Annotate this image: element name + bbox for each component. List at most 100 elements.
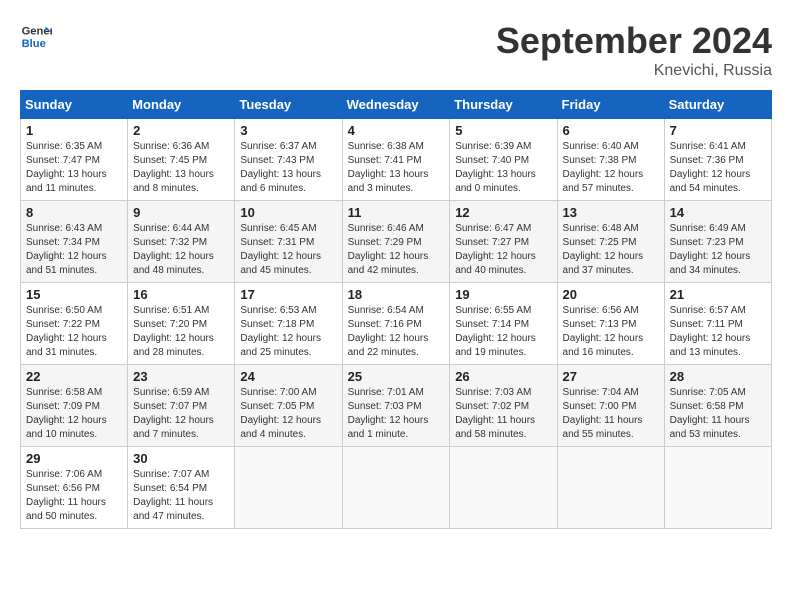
calendar-day-4: 4 Sunrise: 6:38 AM Sunset: 7:41 PM Dayli… bbox=[342, 119, 450, 201]
day-number: 25 bbox=[348, 369, 445, 384]
calendar-week-3: 15 Sunrise: 6:50 AM Sunset: 7:22 PM Dayl… bbox=[21, 283, 772, 365]
calendar-day-14: 14 Sunrise: 6:49 AM Sunset: 7:23 PM Dayl… bbox=[664, 201, 771, 283]
header-cell-sunday: Sunday bbox=[21, 91, 128, 119]
day-info: Sunrise: 6:55 AM Sunset: 7:14 PM Dayligh… bbox=[455, 304, 551, 360]
day-number: 3 bbox=[240, 123, 336, 138]
day-number: 4 bbox=[348, 123, 445, 138]
day-number: 26 bbox=[455, 369, 551, 384]
calendar-day-15: 15 Sunrise: 6:50 AM Sunset: 7:22 PM Dayl… bbox=[21, 283, 128, 365]
day-number: 16 bbox=[133, 287, 229, 302]
calendar-day-11: 11 Sunrise: 6:46 AM Sunset: 7:29 PM Dayl… bbox=[342, 201, 450, 283]
calendar-day-28: 28 Sunrise: 7:05 AM Sunset: 6:58 PM Dayl… bbox=[664, 365, 771, 447]
day-number: 15 bbox=[26, 287, 122, 302]
header-cell-tuesday: Tuesday bbox=[235, 91, 342, 119]
day-number: 17 bbox=[240, 287, 336, 302]
day-number: 2 bbox=[133, 123, 229, 138]
calendar-day-25: 25 Sunrise: 7:01 AM Sunset: 7:03 PM Dayl… bbox=[342, 365, 450, 447]
day-number: 5 bbox=[455, 123, 551, 138]
day-info: Sunrise: 6:58 AM Sunset: 7:09 PM Dayligh… bbox=[26, 386, 122, 442]
day-info: Sunrise: 6:51 AM Sunset: 7:20 PM Dayligh… bbox=[133, 304, 229, 360]
calendar-week-2: 8 Sunrise: 6:43 AM Sunset: 7:34 PM Dayli… bbox=[21, 201, 772, 283]
header-row: SundayMondayTuesdayWednesdayThursdayFrid… bbox=[21, 91, 772, 119]
calendar-day-24: 24 Sunrise: 7:00 AM Sunset: 7:05 PM Dayl… bbox=[235, 365, 342, 447]
calendar-day-9: 9 Sunrise: 6:44 AM Sunset: 7:32 PM Dayli… bbox=[128, 201, 235, 283]
day-number: 20 bbox=[563, 287, 659, 302]
day-info: Sunrise: 6:48 AM Sunset: 7:25 PM Dayligh… bbox=[563, 222, 659, 278]
day-info: Sunrise: 7:00 AM Sunset: 7:05 PM Dayligh… bbox=[240, 386, 336, 442]
day-info: Sunrise: 6:37 AM Sunset: 7:43 PM Dayligh… bbox=[240, 140, 336, 196]
calendar-day-7: 7 Sunrise: 6:41 AM Sunset: 7:36 PM Dayli… bbox=[664, 119, 771, 201]
day-info: Sunrise: 6:41 AM Sunset: 7:36 PM Dayligh… bbox=[670, 140, 766, 196]
day-number: 19 bbox=[455, 287, 551, 302]
svg-text:General: General bbox=[22, 25, 52, 37]
month-title: September 2024 bbox=[496, 20, 772, 62]
day-info: Sunrise: 6:40 AM Sunset: 7:38 PM Dayligh… bbox=[563, 140, 659, 196]
day-number: 10 bbox=[240, 205, 336, 220]
day-info: Sunrise: 6:47 AM Sunset: 7:27 PM Dayligh… bbox=[455, 222, 551, 278]
calendar-day-17: 17 Sunrise: 6:53 AM Sunset: 7:18 PM Dayl… bbox=[235, 283, 342, 365]
calendar-day-13: 13 Sunrise: 6:48 AM Sunset: 7:25 PM Dayl… bbox=[557, 201, 664, 283]
logo: General Blue bbox=[20, 20, 52, 52]
header-cell-thursday: Thursday bbox=[450, 91, 557, 119]
header-cell-wednesday: Wednesday bbox=[342, 91, 450, 119]
calendar-week-1: 1 Sunrise: 6:35 AM Sunset: 7:47 PM Dayli… bbox=[21, 119, 772, 201]
day-info: Sunrise: 6:43 AM Sunset: 7:34 PM Dayligh… bbox=[26, 222, 122, 278]
calendar-day-10: 10 Sunrise: 6:45 AM Sunset: 7:31 PM Dayl… bbox=[235, 201, 342, 283]
day-number: 13 bbox=[563, 205, 659, 220]
day-number: 27 bbox=[563, 369, 659, 384]
calendar-day-30: 30 Sunrise: 7:07 AM Sunset: 6:54 PM Dayl… bbox=[128, 447, 235, 529]
day-number: 14 bbox=[670, 205, 766, 220]
header-cell-monday: Monday bbox=[128, 91, 235, 119]
calendar-day-5: 5 Sunrise: 6:39 AM Sunset: 7:40 PM Dayli… bbox=[450, 119, 557, 201]
day-number: 22 bbox=[26, 369, 122, 384]
day-info: Sunrise: 6:35 AM Sunset: 7:47 PM Dayligh… bbox=[26, 140, 122, 196]
day-info: Sunrise: 7:05 AM Sunset: 6:58 PM Dayligh… bbox=[670, 386, 766, 442]
page-header: General Blue September 2024 Knevichi, Ru… bbox=[20, 20, 772, 80]
calendar-day-3: 3 Sunrise: 6:37 AM Sunset: 7:43 PM Dayli… bbox=[235, 119, 342, 201]
calendar-day-21: 21 Sunrise: 6:57 AM Sunset: 7:11 PM Dayl… bbox=[664, 283, 771, 365]
day-info: Sunrise: 6:44 AM Sunset: 7:32 PM Dayligh… bbox=[133, 222, 229, 278]
day-info: Sunrise: 6:36 AM Sunset: 7:45 PM Dayligh… bbox=[133, 140, 229, 196]
day-number: 28 bbox=[670, 369, 766, 384]
calendar-day-1: 1 Sunrise: 6:35 AM Sunset: 7:47 PM Dayli… bbox=[21, 119, 128, 201]
day-info: Sunrise: 7:04 AM Sunset: 7:00 PM Dayligh… bbox=[563, 386, 659, 442]
day-info: Sunrise: 6:39 AM Sunset: 7:40 PM Dayligh… bbox=[455, 140, 551, 196]
day-number: 1 bbox=[26, 123, 122, 138]
calendar-day-6: 6 Sunrise: 6:40 AM Sunset: 7:38 PM Dayli… bbox=[557, 119, 664, 201]
calendar-table: SundayMondayTuesdayWednesdayThursdayFrid… bbox=[20, 90, 772, 529]
svg-text:Blue: Blue bbox=[22, 38, 46, 50]
day-number: 29 bbox=[26, 451, 122, 466]
day-info: Sunrise: 6:46 AM Sunset: 7:29 PM Dayligh… bbox=[348, 222, 445, 278]
day-info: Sunrise: 6:54 AM Sunset: 7:16 PM Dayligh… bbox=[348, 304, 445, 360]
header-cell-friday: Friday bbox=[557, 91, 664, 119]
day-number: 24 bbox=[240, 369, 336, 384]
empty-cell bbox=[557, 447, 664, 529]
calendar-day-23: 23 Sunrise: 6:59 AM Sunset: 7:07 PM Dayl… bbox=[128, 365, 235, 447]
day-info: Sunrise: 6:53 AM Sunset: 7:18 PM Dayligh… bbox=[240, 304, 336, 360]
day-info: Sunrise: 6:59 AM Sunset: 7:07 PM Dayligh… bbox=[133, 386, 229, 442]
day-info: Sunrise: 6:49 AM Sunset: 7:23 PM Dayligh… bbox=[670, 222, 766, 278]
header-cell-saturday: Saturday bbox=[664, 91, 771, 119]
day-info: Sunrise: 6:50 AM Sunset: 7:22 PM Dayligh… bbox=[26, 304, 122, 360]
day-number: 6 bbox=[563, 123, 659, 138]
calendar-day-2: 2 Sunrise: 6:36 AM Sunset: 7:45 PM Dayli… bbox=[128, 119, 235, 201]
day-info: Sunrise: 7:06 AM Sunset: 6:56 PM Dayligh… bbox=[26, 468, 122, 524]
calendar-week-5: 29 Sunrise: 7:06 AM Sunset: 6:56 PM Dayl… bbox=[21, 447, 772, 529]
calendar-day-29: 29 Sunrise: 7:06 AM Sunset: 6:56 PM Dayl… bbox=[21, 447, 128, 529]
day-number: 18 bbox=[348, 287, 445, 302]
empty-cell bbox=[342, 447, 450, 529]
day-number: 9 bbox=[133, 205, 229, 220]
calendar-day-12: 12 Sunrise: 6:47 AM Sunset: 7:27 PM Dayl… bbox=[450, 201, 557, 283]
calendar-day-22: 22 Sunrise: 6:58 AM Sunset: 7:09 PM Dayl… bbox=[21, 365, 128, 447]
location: Knevichi, Russia bbox=[496, 62, 772, 80]
calendar-day-26: 26 Sunrise: 7:03 AM Sunset: 7:02 PM Dayl… bbox=[450, 365, 557, 447]
empty-cell bbox=[235, 447, 342, 529]
day-info: Sunrise: 6:38 AM Sunset: 7:41 PM Dayligh… bbox=[348, 140, 445, 196]
day-info: Sunrise: 6:57 AM Sunset: 7:11 PM Dayligh… bbox=[670, 304, 766, 360]
calendar-day-19: 19 Sunrise: 6:55 AM Sunset: 7:14 PM Dayl… bbox=[450, 283, 557, 365]
day-info: Sunrise: 7:03 AM Sunset: 7:02 PM Dayligh… bbox=[455, 386, 551, 442]
day-number: 23 bbox=[133, 369, 229, 384]
day-number: 30 bbox=[133, 451, 229, 466]
calendar-day-27: 27 Sunrise: 7:04 AM Sunset: 7:00 PM Dayl… bbox=[557, 365, 664, 447]
title-block: September 2024 Knevichi, Russia bbox=[496, 20, 772, 80]
